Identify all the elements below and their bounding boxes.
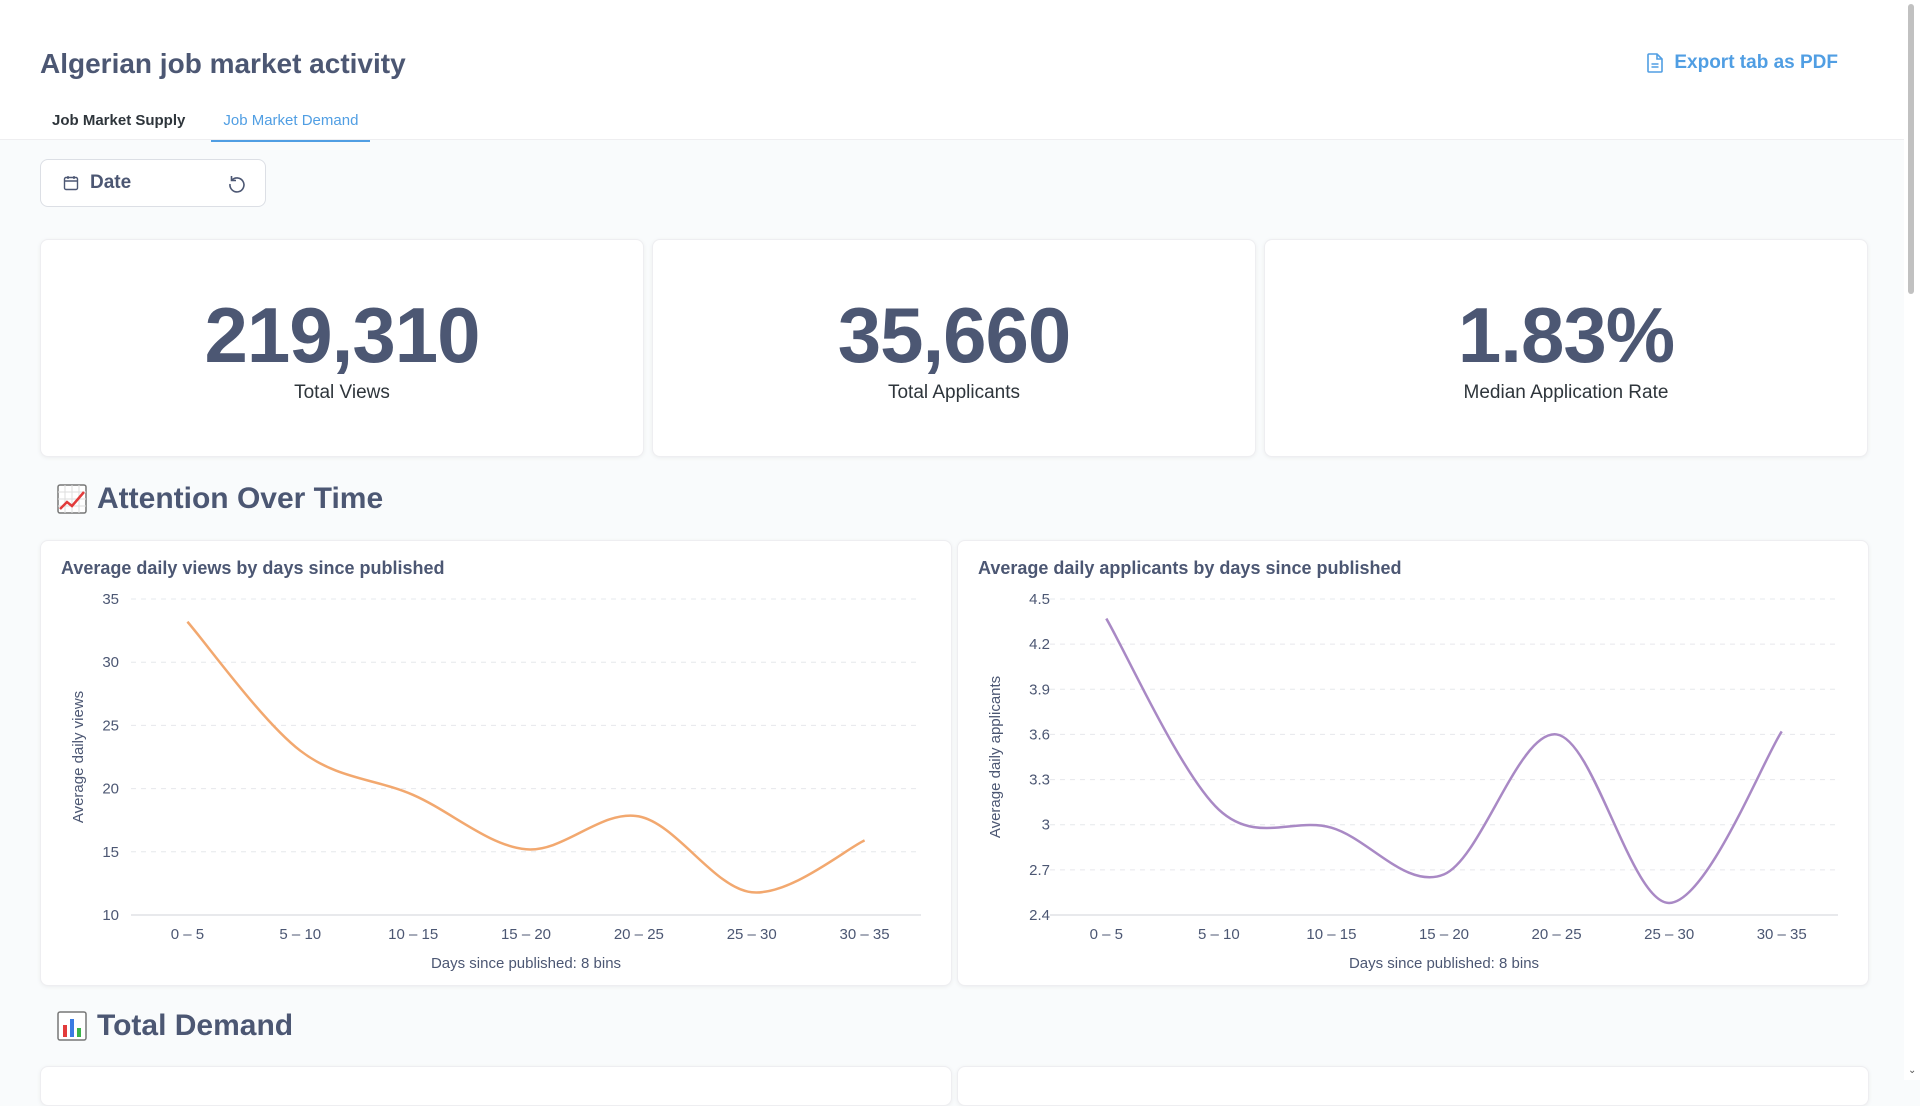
scrollbar-thumb[interactable] — [1908, 4, 1914, 294]
kpi-card-total-views: 219,310 Total Views — [40, 239, 644, 457]
section-title: Total Demand — [97, 1009, 293, 1043]
x-tick-label: 10 – 15 — [1306, 926, 1356, 943]
calendar-icon — [63, 175, 79, 191]
x-tick-label: 30 – 35 — [840, 926, 890, 943]
dashboard-header: Algerian job market activity Export tab … — [0, 0, 1904, 140]
x-axis-label: Days since published: 8 bins — [431, 955, 621, 972]
kpi-value: 219,310 — [41, 296, 643, 374]
section-heading-attention: Attention Over Time — [57, 482, 383, 516]
kpi-card-total-applicants: 35,660 Total Applicants — [652, 239, 1256, 457]
y-axis-label: Average daily views — [70, 691, 87, 823]
y-tick-label: 35 — [102, 591, 119, 608]
x-tick-label: 0 – 5 — [171, 926, 204, 943]
series-line — [1106, 619, 1781, 903]
views-line-chart: 10 15 20 25 30 35 0 – 5 5 – 10 10 – 15 15 – 20 20 … — [41, 541, 953, 987]
reset-icon[interactable] — [227, 174, 247, 194]
x-tick-label: 25 – 30 — [1644, 926, 1694, 943]
x-tick-label: 20 – 25 — [1532, 926, 1582, 943]
bar-chart-icon — [57, 1011, 87, 1041]
y-tick-label: 3.6 — [1029, 726, 1050, 743]
x-tick-label: 15 – 20 — [501, 926, 551, 943]
applicants-line-chart: 2.4 2.7 3 3.3 3.6 3.9 4.2 4.5 0 – 5 5 – 10 10 – 15… — [958, 541, 1870, 987]
y-tick-label: 25 — [102, 717, 119, 734]
tab-job-market-demand[interactable]: Job Market Demand — [211, 104, 370, 142]
y-tick-label: 3 — [1042, 817, 1050, 834]
y-tick-label: 4.5 — [1029, 591, 1050, 608]
scrollbar[interactable]: ⌄ — [1904, 0, 1920, 1080]
y-axis-label: Average daily applicants — [987, 676, 1004, 838]
chart-card-applicants: Average daily applicants by days since p… — [957, 540, 1869, 986]
y-tick-label: 20 — [102, 781, 119, 798]
x-tick-label: 5 – 10 — [279, 926, 321, 943]
x-tick-label: 15 – 20 — [1419, 926, 1469, 943]
chart-card-partial — [40, 1066, 952, 1106]
y-tick-label: 4.2 — [1029, 636, 1050, 653]
x-tick-label: 10 – 15 — [388, 926, 438, 943]
date-filter[interactable]: Date — [40, 159, 266, 207]
section-heading-total-demand: Total Demand — [57, 1009, 293, 1043]
x-tick-label: 25 – 30 — [727, 926, 777, 943]
y-tick-label: 15 — [102, 844, 119, 861]
kpi-label: Total Applicants — [653, 382, 1255, 404]
page-title: Algerian job market activity — [40, 48, 406, 80]
section-title: Attention Over Time — [97, 482, 383, 516]
tab-job-market-supply[interactable]: Job Market Supply — [40, 104, 197, 142]
kpi-card-median-application-rate: 1.83% Median Application Rate — [1264, 239, 1868, 457]
kpi-label: Total Views — [41, 382, 643, 404]
chart-card-partial — [957, 1066, 1869, 1106]
chart-card-views: Average daily views by days since publis… — [40, 540, 952, 986]
export-pdf-label: Export tab as PDF — [1674, 52, 1838, 74]
y-tick-label: 3.9 — [1029, 681, 1050, 698]
export-pdf-button[interactable]: Export tab as PDF — [1646, 52, 1838, 74]
date-filter-label: Date — [90, 172, 131, 194]
document-icon — [1646, 53, 1664, 73]
x-tick-label: 0 – 5 — [1090, 926, 1123, 943]
x-tick-label: 20 – 25 — [614, 926, 664, 943]
y-tick-label: 30 — [102, 654, 119, 671]
y-tick-label: 10 — [102, 907, 119, 924]
kpi-label: Median Application Rate — [1265, 382, 1867, 404]
x-tick-label: 30 – 35 — [1757, 926, 1807, 943]
x-tick-label: 5 – 10 — [1198, 926, 1240, 943]
x-axis-label: Days since published: 8 bins — [1349, 955, 1539, 972]
chart-increasing-icon — [57, 484, 87, 514]
y-tick-label: 3.3 — [1029, 772, 1050, 789]
tab-bar: Job Market Supply Job Market Demand — [40, 104, 384, 142]
y-tick-label: 2.7 — [1029, 862, 1050, 879]
kpi-value: 35,660 — [653, 296, 1255, 374]
scroll-down-icon[interactable]: ⌄ — [1908, 1065, 1916, 1076]
kpi-value: 1.83% — [1265, 296, 1867, 374]
y-tick-label: 2.4 — [1029, 907, 1050, 924]
